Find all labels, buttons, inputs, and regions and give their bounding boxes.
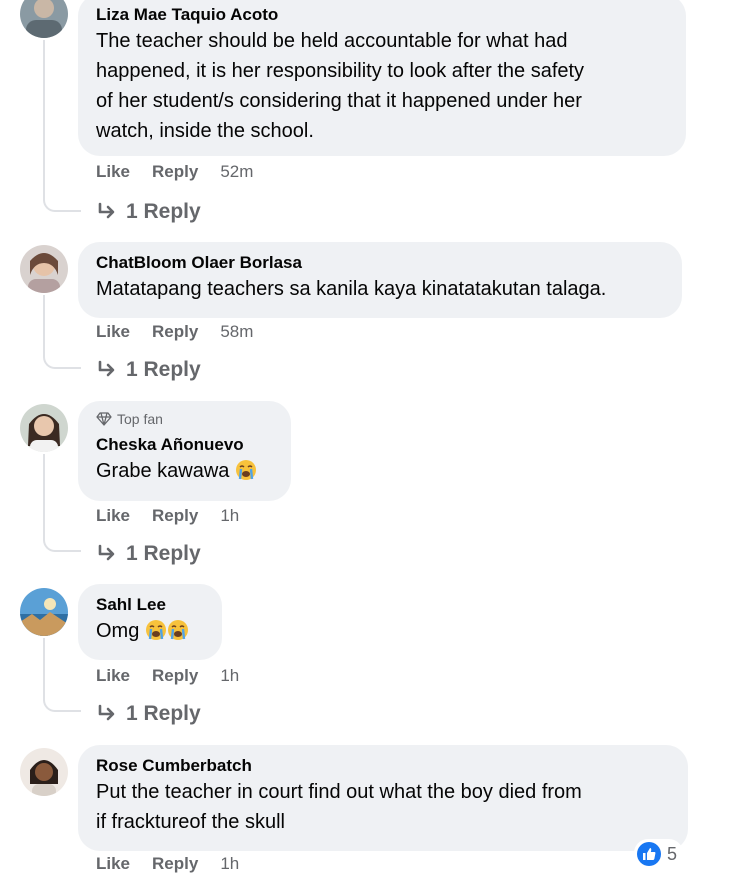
comment-author[interactable]: Cheska Añonuevo bbox=[96, 434, 273, 456]
avatar[interactable] bbox=[20, 0, 68, 38]
thread-line bbox=[43, 638, 81, 712]
diamond-icon bbox=[96, 412, 112, 426]
view-replies-button[interactable]: 1 Reply bbox=[96, 358, 201, 382]
comment-text: Omg bbox=[96, 616, 204, 646]
like-button[interactable]: Like bbox=[96, 162, 130, 182]
comment-author[interactable]: Sahl Lee bbox=[96, 594, 204, 616]
like-button[interactable]: Like bbox=[96, 506, 130, 526]
comment-text-line: Grabe kawawa bbox=[96, 460, 230, 482]
replies-count: 1 Reply bbox=[126, 702, 201, 725]
view-replies-button[interactable]: 1 Reply bbox=[96, 542, 201, 566]
avatar[interactable] bbox=[20, 245, 68, 293]
comment-text-line: Omg bbox=[96, 620, 140, 642]
comment-text-line: watch, inside the school. bbox=[96, 120, 314, 142]
reply-button[interactable]: Reply bbox=[152, 162, 198, 182]
comment-text-line: if fracktureof the skull bbox=[96, 811, 285, 833]
replies-count: 1 Reply bbox=[126, 358, 201, 381]
reply-arrow-icon bbox=[98, 360, 115, 377]
comment-author[interactable]: Liza Mae Taquio Acoto bbox=[96, 4, 668, 26]
comment-bubble: ChatBloom Olaer Borlasa Matatapang teach… bbox=[78, 242, 682, 318]
view-replies-button[interactable]: 1 Reply bbox=[96, 200, 201, 224]
reply-button[interactable]: Reply bbox=[152, 666, 198, 686]
thread-line bbox=[43, 454, 81, 552]
comment-bubble: Sahl Lee Omg bbox=[78, 584, 222, 660]
comment-author[interactable]: Rose Cumberbatch bbox=[96, 755, 670, 777]
comment-author[interactable]: ChatBloom Olaer Borlasa bbox=[96, 252, 664, 274]
reaction-count: 5 bbox=[667, 843, 678, 864]
reply-arrow-icon bbox=[98, 704, 115, 721]
comment-actions: Like Reply 1h bbox=[96, 854, 239, 874]
like-button[interactable]: Like bbox=[96, 854, 130, 874]
view-replies-button[interactable]: 1 Reply bbox=[96, 702, 201, 726]
reply-arrow-icon bbox=[98, 544, 115, 561]
thread-line bbox=[43, 295, 81, 369]
avatar[interactable] bbox=[20, 588, 68, 636]
comment-text: Grabe kawawa bbox=[96, 456, 273, 486]
reply-button[interactable]: Reply bbox=[152, 854, 198, 874]
top-fan-badge[interactable]: Top fan bbox=[96, 410, 273, 428]
crying-face-emoji bbox=[235, 460, 256, 480]
comment-text-line: Put the teacher in court find out what t… bbox=[96, 781, 582, 803]
comment-bubble: Liza Mae Taquio Acoto The teacher should… bbox=[78, 0, 686, 156]
thread-line bbox=[43, 40, 81, 212]
comment-timestamp[interactable]: 58m bbox=[220, 322, 253, 342]
comment-actions: Like Reply 52m bbox=[96, 162, 253, 182]
comment-bubble: Rose Cumberbatch Put the teacher in cour… bbox=[78, 745, 688, 851]
comment-timestamp[interactable]: 52m bbox=[220, 162, 253, 182]
comment-actions: Like Reply 58m bbox=[96, 322, 253, 342]
avatar[interactable] bbox=[20, 748, 68, 796]
comment-actions: Like Reply 1h bbox=[96, 506, 239, 526]
reply-arrow-icon bbox=[98, 202, 115, 219]
crying-face-emoji bbox=[167, 620, 188, 640]
reply-button[interactable]: Reply bbox=[152, 506, 198, 526]
comment-timestamp[interactable]: 1h bbox=[220, 666, 239, 686]
like-button[interactable]: Like bbox=[96, 322, 130, 342]
reaction-summary[interactable]: 5 bbox=[634, 839, 684, 869]
comment-text-line: happened, it is her responsibility to lo… bbox=[96, 60, 585, 82]
comment-timestamp[interactable]: 1h bbox=[220, 506, 239, 526]
replies-count: 1 Reply bbox=[126, 542, 201, 565]
crying-face-emoji bbox=[145, 620, 166, 640]
like-thumb-icon bbox=[637, 842, 661, 866]
avatar[interactable] bbox=[20, 404, 68, 452]
comment-text-line: of her student/s considering that it hap… bbox=[96, 90, 582, 112]
replies-count: 1 Reply bbox=[126, 200, 201, 223]
comment-timestamp[interactable]: 1h bbox=[220, 854, 239, 874]
comment-text-line: The teacher should be held accountable f… bbox=[96, 30, 568, 52]
like-button[interactable]: Like bbox=[96, 666, 130, 686]
comment-bubble: Top fan Cheska Añonuevo Grabe kawawa bbox=[78, 401, 291, 501]
comment-text-line: Matatapang teachers sa kanila kaya kinat… bbox=[96, 278, 607, 300]
comment-actions: Like Reply 1h bbox=[96, 666, 239, 686]
reply-button[interactable]: Reply bbox=[152, 322, 198, 342]
top-fan-label: Top fan bbox=[117, 411, 163, 427]
